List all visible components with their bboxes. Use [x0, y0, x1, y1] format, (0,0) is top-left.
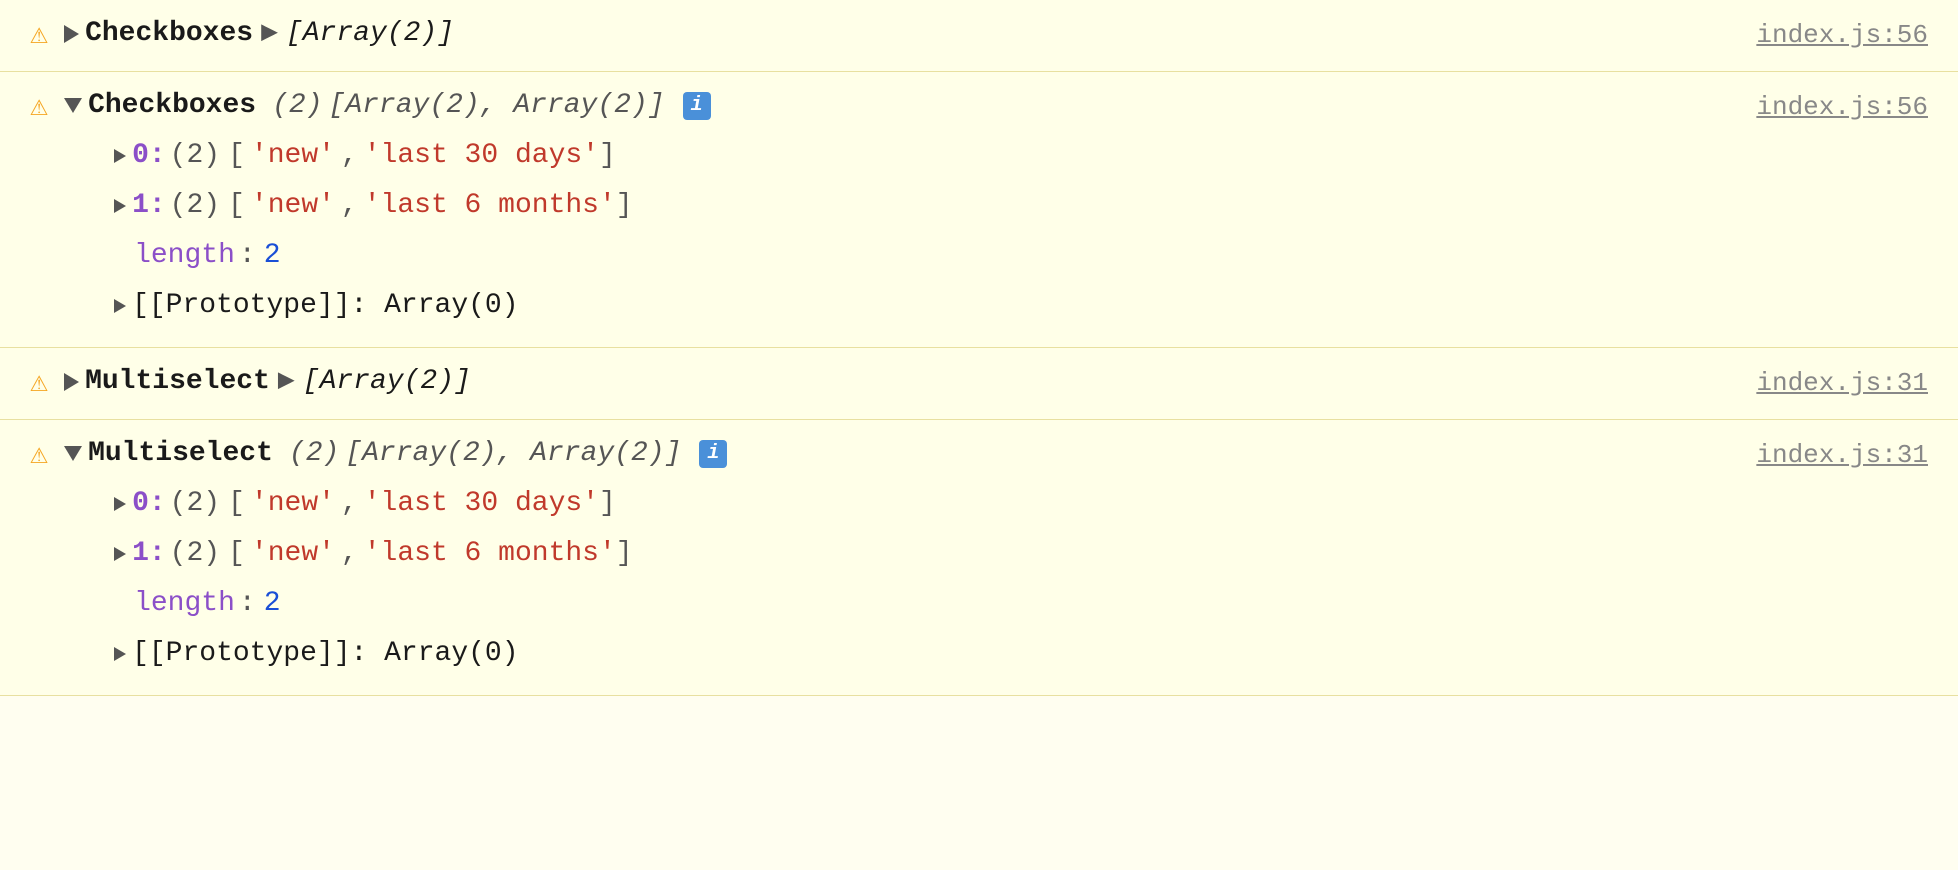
arrow-separator-3: ▶: [278, 361, 295, 403]
console-row-4: ⚠ Multiselect (2) [Array(2), Array(2)] i…: [0, 420, 1958, 696]
length-colon-2: :: [239, 235, 256, 277]
prototype-label-4: [[Prototype]]: Array(0): [132, 633, 518, 675]
warning-icon-1: ⚠: [30, 14, 48, 59]
console-row-2: ⚠ Checkboxes (2) [Array(2), Array(2)] i …: [0, 72, 1958, 348]
file-link-2[interactable]: index.js:56: [1716, 88, 1928, 127]
row-left-4: ⚠ Multiselect (2) [Array(2), Array(2)] i…: [30, 432, 1928, 679]
val2-4-0: 'last 30 days': [364, 483, 599, 525]
row-header-1: Checkboxes ▶ [Array(2)] index.js:56: [64, 12, 1928, 55]
expand-triangle-1[interactable]: [64, 25, 79, 43]
array-items-2: [Array(2), Array(2)]: [329, 85, 665, 127]
comma-4-0: ,: [341, 483, 358, 525]
sub-row-2-0: 0: (2) [ 'new' , 'last 30 days' ]: [114, 131, 1928, 181]
bracket-open-4-0: [: [228, 483, 245, 525]
comma-2-1: ,: [341, 185, 358, 227]
sub-expand-4-0[interactable]: [114, 497, 126, 511]
sub-row-4-1: 1: (2) [ 'new' , 'last 6 months' ]: [114, 529, 1928, 579]
warning-icon-3: ⚠: [30, 362, 48, 407]
warning-icon-2: ⚠: [30, 86, 48, 131]
bracket-open-2-1: [: [228, 185, 245, 227]
row-left-1: ⚠ Checkboxes ▶ [Array(2)] index.js:56: [30, 12, 1928, 59]
row-header-2: Checkboxes (2) [Array(2), Array(2)] i in…: [64, 84, 1928, 127]
collapse-triangle-2[interactable]: [64, 98, 82, 113]
length-value-4: 2: [264, 583, 281, 625]
collapse-triangle-4[interactable]: [64, 446, 82, 461]
sub-count-2-0: (2): [170, 135, 220, 177]
val1-4-1: 'new': [251, 533, 335, 575]
row-content-2: Checkboxes (2) [Array(2), Array(2)] i in…: [64, 84, 1928, 331]
row-header-3: Multiselect ▶ [Array(2)] index.js:31: [64, 360, 1928, 403]
file-link-4[interactable]: index.js:31: [1716, 436, 1928, 475]
row-header-4: Multiselect (2) [Array(2), Array(2)] i i…: [64, 432, 1928, 475]
val1-4-0: 'new': [251, 483, 335, 525]
val2-2-1: 'last 6 months': [364, 185, 616, 227]
array-count-2: (2): [272, 85, 322, 127]
bracket-open-4-1: [: [228, 533, 245, 575]
warning-icon-4: ⚠: [30, 434, 48, 479]
array-display-1: [Array(2)]: [286, 13, 454, 55]
index-2-0: 0:: [132, 135, 166, 177]
label-checkboxes-2: Checkboxes: [88, 85, 256, 127]
val2-4-1: 'last 6 months': [364, 533, 616, 575]
array-items-4: [Array(2), Array(2)]: [345, 433, 681, 475]
prototype-row-4: [[Prototype]]: Array(0): [114, 629, 1928, 679]
length-label-4: length: [134, 583, 235, 625]
proto-expand-4[interactable]: [114, 647, 126, 661]
sub-count-2-1: (2): [170, 185, 220, 227]
prototype-row-2: [[Prototype]]: Array(0): [114, 281, 1928, 331]
arrow-separator-1: ▶: [261, 13, 278, 55]
expand-triangle-3[interactable]: [64, 373, 79, 391]
index-4-1: 1:: [132, 533, 166, 575]
row-left-2: ⚠ Checkboxes (2) [Array(2), Array(2)] i …: [30, 84, 1928, 331]
bracket-open-2-0: [: [228, 135, 245, 177]
sub-expand-2-1[interactable]: [114, 199, 126, 213]
console-row-1: ⚠ Checkboxes ▶ [Array(2)] index.js:56: [0, 0, 1958, 72]
info-badge-4[interactable]: i: [699, 440, 727, 468]
val1-2-1: 'new': [251, 185, 335, 227]
length-value-2: 2: [264, 235, 281, 277]
expanded-content-4: 0: (2) [ 'new' , 'last 30 days' ] 1: (2)…: [64, 479, 1928, 679]
label-multiselect-4: Multiselect: [88, 433, 273, 475]
row-content-3: Multiselect ▶ [Array(2)] index.js:31: [64, 360, 1928, 403]
row-left-3: ⚠ Multiselect ▶ [Array(2)] index.js:31: [30, 360, 1928, 407]
console-row-3: ⚠ Multiselect ▶ [Array(2)] index.js:31: [0, 348, 1958, 420]
prototype-label-2: [[Prototype]]: Array(0): [132, 285, 518, 327]
bracket-close-4-1: ]: [616, 533, 633, 575]
sub-row-2-1: 1: (2) [ 'new' , 'last 6 months' ]: [114, 181, 1928, 231]
index-2-1: 1:: [132, 185, 166, 227]
row-content-1: Checkboxes ▶ [Array(2)] index.js:56: [64, 12, 1928, 55]
label-checkboxes-1: Checkboxes: [85, 13, 253, 55]
sub-count-4-1: (2): [170, 533, 220, 575]
sub-row-4-0: 0: (2) [ 'new' , 'last 30 days' ]: [114, 479, 1928, 529]
console-output: ⚠ Checkboxes ▶ [Array(2)] index.js:56 ⚠ …: [0, 0, 1958, 870]
array-count-4: (2): [289, 433, 339, 475]
index-4-0: 0:: [132, 483, 166, 525]
file-link-1[interactable]: index.js:56: [1716, 16, 1928, 55]
length-row-2: length : 2: [114, 231, 1928, 281]
comma-4-1: ,: [341, 533, 358, 575]
array-display-3: [Array(2)]: [303, 361, 471, 403]
sub-expand-4-1[interactable]: [114, 547, 126, 561]
expanded-content-2: 0: (2) [ 'new' , 'last 30 days' ] 1: (2)…: [64, 131, 1928, 331]
sub-expand-2-0[interactable]: [114, 149, 126, 163]
info-badge-2[interactable]: i: [683, 92, 711, 120]
sub-count-4-0: (2): [170, 483, 220, 525]
bracket-close-4-0: ]: [599, 483, 616, 525]
val2-2-0: 'last 30 days': [364, 135, 599, 177]
file-link-3[interactable]: index.js:31: [1716, 364, 1928, 403]
bracket-close-2-0: ]: [599, 135, 616, 177]
length-row-4: length : 2: [114, 579, 1928, 629]
length-label-2: length: [134, 235, 235, 277]
length-colon-4: :: [239, 583, 256, 625]
label-multiselect-3: Multiselect: [85, 361, 270, 403]
row-content-4: Multiselect (2) [Array(2), Array(2)] i i…: [64, 432, 1928, 679]
proto-expand-2[interactable]: [114, 299, 126, 313]
comma-2-0: ,: [341, 135, 358, 177]
val1-2-0: 'new': [251, 135, 335, 177]
bracket-close-2-1: ]: [616, 185, 633, 227]
